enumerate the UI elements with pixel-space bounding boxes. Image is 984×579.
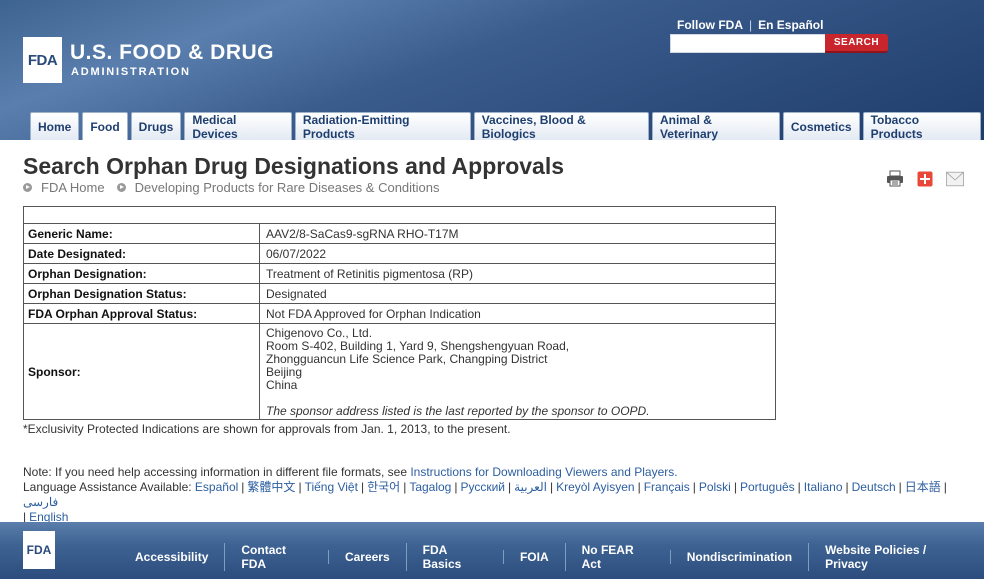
fda-logo[interactable]: FDA: [23, 37, 62, 83]
table-row: Date Designated: 06/07/2022: [23, 243, 776, 264]
sponsor-line: China: [266, 377, 298, 392]
nav-tab-vaccines-blood-biologics[interactable]: Vaccines, Blood & Biologics: [473, 112, 649, 141]
sponsor-address: Chigenovo Co., Ltd. Room S-402, Building…: [266, 325, 771, 392]
nav-tab-medical-devices[interactable]: Medical Devices: [184, 112, 292, 141]
footer-link-nondiscrimination[interactable]: Nondiscrimination: [669, 550, 808, 564]
lang-link-deutsch[interactable]: Deutsch: [852, 480, 896, 494]
nav-tab-tobacco-products[interactable]: Tobacco Products: [862, 112, 982, 141]
nav-tab-animal-veterinary[interactable]: Animal & Veterinary: [651, 112, 780, 141]
sponsor-line: Room S-402, Building 1, Yard 9, Shengshe…: [266, 338, 570, 353]
help-note-text: Note: If you need help accessing informa…: [23, 465, 411, 479]
footer-link-contact-fda[interactable]: Contact FDA: [224, 543, 328, 571]
breadcrumb-fda-home[interactable]: FDA Home: [41, 180, 105, 195]
language-assistance: Language Assistance Available: Español | 繁…: [23, 480, 947, 524]
footer-link-accessibility[interactable]: Accessibility: [119, 550, 224, 564]
top-links-separator: |: [749, 18, 753, 32]
footer-links: Accessibility Contact FDA Careers FDA Ba…: [119, 543, 984, 571]
approval-status-label: FDA Orphan Approval Status:: [23, 303, 260, 324]
table-row: FDA Orphan Approval Status: Not FDA Appr…: [23, 303, 776, 324]
lang-link-farsi[interactable]: فارسی: [23, 495, 58, 509]
follow-fda-link[interactable]: Follow FDA: [677, 18, 743, 32]
lang-link-polski[interactable]: Polski: [699, 480, 731, 494]
main-nav: Home Food Drugs Medical Devices Radiatio…: [30, 112, 984, 141]
nav-tab-cosmetics[interactable]: Cosmetics: [782, 112, 860, 140]
top-links: Follow FDA | En Español: [677, 18, 823, 32]
sponsor-line: Beijing: [266, 364, 303, 379]
date-designated-value: 06/07/2022: [259, 243, 776, 264]
download-viewers-link[interactable]: Instructions for Downloading Viewers and…: [410, 465, 677, 479]
breadcrumb-arrow-icon: [116, 183, 126, 192]
breadcrumb-arrow-icon: [23, 183, 32, 192]
footer-link-foia[interactable]: FOIA: [502, 550, 565, 564]
lang-link-francais[interactable]: Français: [644, 480, 690, 494]
help-note: Note: If you need help accessing informa…: [23, 465, 678, 479]
orphan-designation-value: Treatment of Retinitis pigmentosa (RP): [259, 263, 776, 284]
nav-tab-food[interactable]: Food: [82, 112, 128, 140]
date-designated-label: Date Designated:: [23, 243, 260, 264]
page-tools: [886, 170, 964, 187]
search-input[interactable]: [670, 34, 826, 53]
lang-link-kreyol[interactable]: Kreyòl Ayisyen: [556, 480, 635, 494]
lang-link-japanese[interactable]: 日本語: [905, 480, 941, 494]
footer-link-no-fear-act[interactable]: No FEAR Act: [564, 543, 670, 571]
share-plus-icon[interactable]: [916, 170, 934, 187]
designation-status-value: Designated: [259, 283, 776, 304]
footer-link-careers[interactable]: Careers: [327, 550, 406, 564]
generic-name-label: Generic Name:: [23, 223, 260, 244]
lang-link-tagalog[interactable]: Tagalog: [409, 480, 451, 494]
lang-link-vietnamese[interactable]: Tiếng Việt: [305, 480, 358, 494]
table-row: Generic Name: AAV2/8-SaCas9-sgRNA RHO-T1…: [23, 223, 776, 244]
footer-link-fda-basics[interactable]: FDA Basics: [405, 543, 503, 571]
approval-status-value: Not FDA Approved for Orphan Indication: [259, 303, 776, 324]
nav-tab-drugs[interactable]: Drugs: [130, 112, 182, 140]
agency-subtitle[interactable]: ADMINISTRATION: [71, 66, 191, 78]
lang-link-chinese[interactable]: 繁體中文: [247, 480, 295, 494]
lang-link-arabic[interactable]: العربية: [514, 480, 547, 494]
en-espanol-link[interactable]: En Español: [758, 18, 823, 32]
page-title: Search Orphan Drug Designations and Appr…: [23, 153, 565, 179]
sponsor-line: Zhongguancun Life Science Park, Changpin…: [266, 351, 548, 366]
sponsor-label: Sponsor:: [23, 323, 260, 420]
breadcrumb-rare-diseases[interactable]: Developing Products for Rare Diseases & …: [135, 180, 440, 195]
generic-name-value: AAV2/8-SaCas9-sgRNA RHO-T17M: [259, 223, 776, 244]
site-header: FDA U.S. FOOD & DRUG ADMINISTRATION Foll…: [0, 0, 984, 141]
nav-tab-home[interactable]: Home: [30, 112, 80, 140]
lang-link-korean[interactable]: 한국어: [367, 480, 400, 494]
table-row: Orphan Designation Status: Designated: [23, 283, 776, 304]
search-button[interactable]: SEARCH: [825, 34, 888, 53]
email-icon[interactable]: [946, 170, 964, 187]
table-row: Sponsor: Chigenovo Co., Ltd. Room S-402,…: [23, 323, 776, 420]
nav-tab-radiation-emitting-products[interactable]: Radiation-Emitting Products: [294, 112, 471, 141]
footer-fda-logo[interactable]: FDA: [23, 531, 55, 569]
agency-title[interactable]: U.S. FOOD & DRUG: [70, 41, 274, 65]
lang-link-portugues[interactable]: Português: [740, 480, 795, 494]
footer-link-website-policies[interactable]: Website Policies / Privacy: [808, 543, 984, 571]
print-icon[interactable]: [886, 170, 904, 187]
sponsor-value: Chigenovo Co., Ltd. Room S-402, Building…: [259, 323, 776, 420]
table-header-row: [23, 206, 776, 224]
table-row: Orphan Designation: Treatment of Retinit…: [23, 263, 776, 284]
lang-link-russian[interactable]: Русский: [460, 480, 505, 494]
designation-details-table: Generic Name: AAV2/8-SaCas9-sgRNA RHO-T1…: [23, 206, 776, 420]
lang-link-italiano[interactable]: Italiano: [804, 480, 843, 494]
sponsor-line: Chigenovo Co., Ltd.: [266, 325, 373, 340]
exclusivity-note: *Exclusivity Protected Indications are s…: [23, 422, 511, 436]
orphan-designation-label: Orphan Designation:: [23, 263, 260, 284]
lang-link-espanol[interactable]: Español: [195, 480, 238, 494]
site-footer: FDA Accessibility Contact FDA Careers FD…: [0, 522, 984, 579]
designation-status-label: Orphan Designation Status:: [23, 283, 260, 304]
language-assistance-label: Language Assistance Available:: [23, 480, 192, 494]
sponsor-note: The sponsor address listed is the last r…: [266, 403, 650, 418]
breadcrumb: FDA Home Developing Products for Rare Di…: [23, 180, 452, 195]
